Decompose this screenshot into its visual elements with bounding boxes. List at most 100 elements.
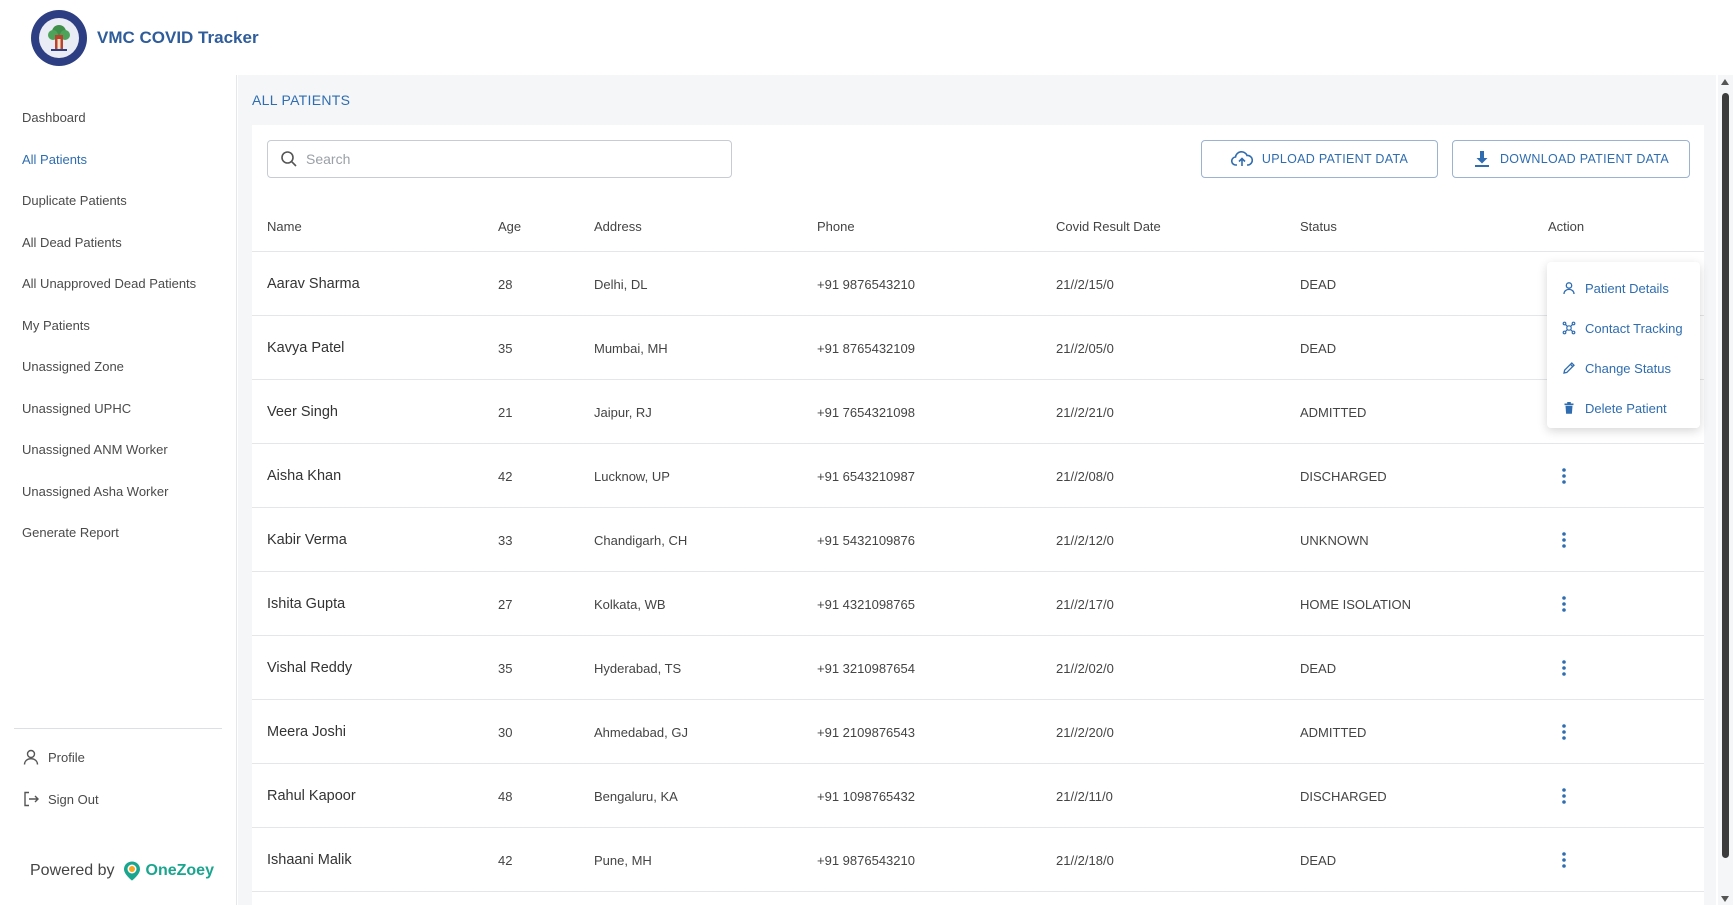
table-row[interactable]: Meera Joshi 30 Ahmedabad, GJ +91 2109876… bbox=[252, 700, 1704, 764]
row-actions-menu-icon[interactable] bbox=[1552, 444, 1576, 508]
table-row[interactable]: Aisha Khan 42 Lucknow, UP +91 6543210987… bbox=[252, 444, 1704, 508]
table-row[interactable]: Ishita Gupta 27 Kolkata, WB +91 43210987… bbox=[252, 572, 1704, 636]
app-logo[interactable] bbox=[31, 9, 87, 66]
patient-age: 33 bbox=[498, 532, 513, 548]
person-icon bbox=[1563, 282, 1575, 295]
patient-name[interactable]: Aarav Sharma bbox=[267, 252, 360, 316]
row-actions-menu-icon[interactable] bbox=[1552, 828, 1576, 892]
sidebar-item-dashboard[interactable]: Dashboard bbox=[22, 110, 86, 125]
row-actions-menu-icon[interactable] bbox=[1552, 700, 1576, 764]
menu-item-label: Change Status bbox=[1585, 360, 1672, 376]
row-actions-menu-icon[interactable] bbox=[1552, 764, 1576, 828]
sign-out-icon bbox=[24, 791, 39, 807]
sidebar-item-unassigned-anm-worker[interactable]: Unassigned ANM Worker bbox=[22, 442, 168, 457]
column-header-covid-result-date[interactable]: Covid Result Date bbox=[1056, 219, 1161, 234]
sidebar-item-unassigned-asha-worker[interactable]: Unassigned Asha Worker bbox=[22, 484, 168, 499]
patient-phone: +91 5432109876 bbox=[817, 532, 915, 548]
page-title: ALL PATIENTS bbox=[252, 92, 351, 108]
patient-name[interactable]: Kabir Verma bbox=[267, 508, 347, 572]
row-action-menu: Patient Details Contact Tracking Change … bbox=[1547, 262, 1700, 428]
profile-link[interactable]: Profile bbox=[22, 748, 85, 766]
covid-result-date: 21//2/18/0 bbox=[1056, 852, 1114, 868]
patient-address: Pune, MH bbox=[594, 852, 652, 868]
sidebar-item-duplicate-patients[interactable]: Duplicate Patients bbox=[22, 193, 127, 208]
patient-status: HOME ISOLATION bbox=[1300, 596, 1411, 612]
column-header-address[interactable]: Address bbox=[594, 219, 642, 234]
table-row[interactable]: Kavya Patel 35 Mumbai, MH +91 8765432109… bbox=[252, 316, 1704, 380]
covid-result-date: 21//2/17/0 bbox=[1056, 596, 1114, 612]
patient-status: DEAD bbox=[1300, 852, 1337, 868]
patient-name[interactable]: Vishal Reddy bbox=[267, 636, 352, 700]
table-row[interactable]: Aarav Sharma 28 Delhi, DL +91 9876543210… bbox=[252, 252, 1704, 316]
sidebar-item-unassigned-zone[interactable]: Unassigned Zone bbox=[22, 359, 124, 374]
sign-out-link[interactable]: Sign Out bbox=[22, 790, 99, 808]
sidebar-item-all-dead-patients[interactable]: All Dead Patients bbox=[22, 235, 122, 250]
patient-address: Bengaluru, KA bbox=[594, 788, 678, 804]
sidebar-item-my-patients[interactable]: My Patients bbox=[22, 318, 90, 333]
patient-age: 35 bbox=[498, 340, 513, 356]
table-row[interactable]: Kabir Verma 33 Chandigarh, CH +91 543210… bbox=[252, 508, 1704, 572]
menu-item-patient-details[interactable]: Patient Details bbox=[1547, 268, 1700, 308]
column-header-name[interactable]: Name bbox=[267, 219, 302, 234]
scroll-down-arrow-icon[interactable] bbox=[1721, 896, 1729, 902]
patient-status: ADMITTED bbox=[1300, 404, 1367, 420]
sidebar-divider bbox=[14, 728, 222, 729]
patient-name[interactable]: Kavya Patel bbox=[267, 316, 344, 380]
search-box[interactable] bbox=[267, 140, 732, 178]
patient-phone: +91 2109876543 bbox=[817, 724, 915, 740]
sidebar-item-generate-report[interactable]: Generate Report bbox=[22, 525, 119, 540]
patient-address: Jaipur, RJ bbox=[594, 404, 652, 420]
patient-phone: +91 9876543210 bbox=[817, 852, 915, 868]
tracking-icon bbox=[1562, 321, 1576, 335]
table-row[interactable]: Ishaani Malik 42 Pune, MH +91 9876543210… bbox=[252, 828, 1704, 892]
covid-result-date: 21//2/05/0 bbox=[1056, 340, 1114, 356]
table-row[interactable]: Rahul Kapoor 48 Bengaluru, KA +91 109876… bbox=[252, 764, 1704, 828]
patient-phone: +91 9876543210 bbox=[817, 276, 915, 292]
scrollbar-thumb[interactable] bbox=[1722, 93, 1729, 858]
sidebar-item-all-patients[interactable]: All Patients bbox=[22, 152, 87, 167]
upload-label: UPLOAD PATIENT DATA bbox=[1261, 152, 1409, 166]
upload-patient-data-button[interactable]: UPLOAD PATIENT DATA bbox=[1201, 140, 1438, 178]
download-icon bbox=[1474, 151, 1489, 167]
patient-name[interactable]: Rahul Kapoor bbox=[267, 764, 356, 828]
patient-phone: +91 3210987654 bbox=[817, 660, 915, 676]
download-patient-data-button[interactable]: DOWNLOAD PATIENT DATA bbox=[1452, 140, 1690, 178]
patient-address: Hyderabad, TS bbox=[594, 660, 682, 676]
scroll-up-arrow-icon[interactable] bbox=[1721, 79, 1729, 85]
search-input[interactable] bbox=[306, 151, 706, 167]
patient-name[interactable]: Ishaani Malik bbox=[267, 828, 352, 892]
column-header-age[interactable]: Age bbox=[498, 219, 521, 234]
patient-phone: +91 1098765432 bbox=[817, 788, 915, 804]
menu-item-delete-patient[interactable]: Delete Patient bbox=[1547, 388, 1700, 428]
patient-age: 48 bbox=[498, 788, 513, 804]
menu-item-contact-tracking[interactable]: Contact Tracking bbox=[1547, 308, 1700, 348]
main-content: ALL PATIENTS UPLOAD PATIENT DATA DOWNLOA… bbox=[238, 75, 1716, 905]
patient-age: 42 bbox=[498, 852, 513, 868]
patient-name[interactable]: Aisha Khan bbox=[267, 444, 341, 508]
patient-address: Kolkata, WB bbox=[594, 596, 666, 612]
row-actions-menu-icon[interactable] bbox=[1552, 508, 1576, 572]
patient-name[interactable]: Meera Joshi bbox=[267, 700, 346, 764]
profile-label: Profile bbox=[48, 749, 85, 765]
trash-icon bbox=[1564, 402, 1574, 414]
person-icon bbox=[23, 749, 39, 765]
onezoey-brand[interactable]: OneZoey bbox=[121, 860, 214, 882]
column-header-status[interactable]: Status bbox=[1300, 219, 1337, 234]
row-actions-menu-icon[interactable] bbox=[1552, 636, 1576, 700]
page-scrollbar[interactable] bbox=[1718, 75, 1733, 905]
app-title: VMC COVID Tracker bbox=[97, 27, 259, 47]
sidebar-item-unapproved-dead-patients[interactable]: All Unapproved Dead Patients bbox=[22, 276, 196, 291]
sidebar-item-unassigned-uphc[interactable]: Unassigned UPHC bbox=[22, 401, 131, 416]
column-header-phone[interactable]: Phone bbox=[817, 219, 855, 234]
patient-status: DEAD bbox=[1300, 340, 1337, 356]
patient-name[interactable]: Veer Singh bbox=[267, 380, 338, 444]
menu-item-change-status[interactable]: Change Status bbox=[1547, 348, 1700, 388]
row-actions-menu-icon[interactable] bbox=[1552, 572, 1576, 636]
patient-phone: +91 8765432109 bbox=[817, 340, 915, 356]
patient-name[interactable]: Ishita Gupta bbox=[267, 572, 345, 636]
table-row[interactable]: Vishal Reddy 35 Hyderabad, TS +91 321098… bbox=[252, 636, 1704, 700]
onezoey-label: OneZoey bbox=[145, 862, 214, 879]
table-row[interactable]: Veer Singh 21 Jaipur, RJ +91 7654321098 … bbox=[252, 380, 1704, 444]
menu-item-label: Delete Patient bbox=[1585, 400, 1667, 416]
patient-age: 27 bbox=[498, 596, 513, 612]
